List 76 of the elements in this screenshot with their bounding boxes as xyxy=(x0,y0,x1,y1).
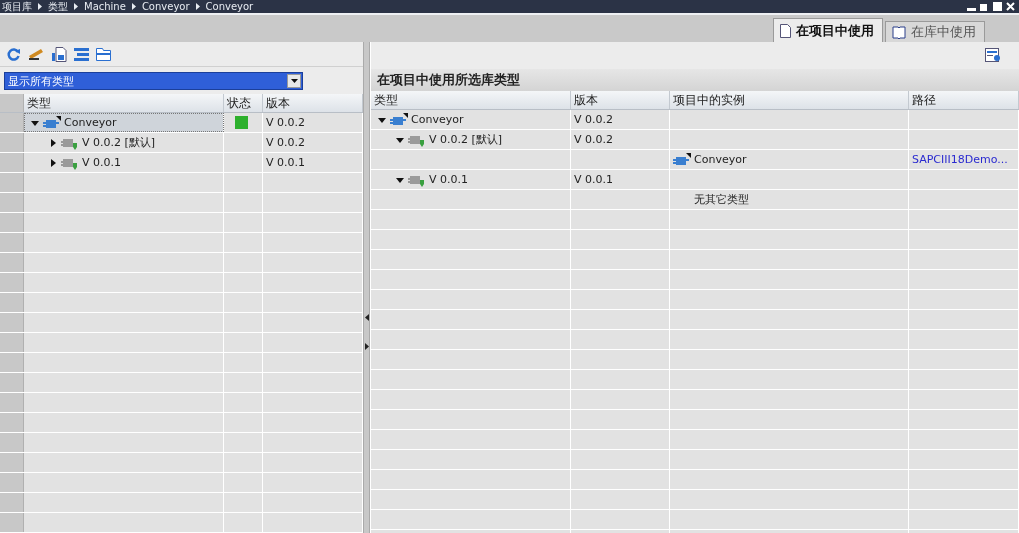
expand-arrow-icon[interactable] xyxy=(48,137,58,148)
restore-icon[interactable] xyxy=(980,2,989,11)
column-header[interactable]: 路径 xyxy=(909,91,1019,109)
block-type-icon xyxy=(43,115,61,130)
block-type-icon xyxy=(673,152,691,167)
tab[interactable]: 在库中使用 xyxy=(885,21,985,42)
breadcrumb-item[interactable]: 类型 xyxy=(48,0,68,13)
column-header[interactable]: 类型 xyxy=(371,91,571,109)
row-header[interactable] xyxy=(0,113,24,132)
folder-icon[interactable] xyxy=(96,47,111,61)
instance-name: Conveyor xyxy=(694,153,747,166)
tree-list-icon[interactable] xyxy=(74,47,89,61)
document-library-icon[interactable] xyxy=(51,46,67,62)
settings-list-icon[interactable] xyxy=(985,48,1001,63)
row-header[interactable] xyxy=(0,153,24,172)
type-name: V 0.0.1 xyxy=(82,156,121,169)
version-cell: V 0.0.1 xyxy=(571,170,670,189)
tree-cell[interactable]: Conveyor xyxy=(371,110,571,129)
type-name: Conveyor xyxy=(64,116,117,129)
column-header[interactable]: 版本 xyxy=(571,91,670,109)
row-header[interactable] xyxy=(0,273,24,292)
breadcrumb-separator-icon xyxy=(131,3,136,10)
breadcrumb-item[interactable]: Conveyor xyxy=(141,0,190,13)
row-header[interactable] xyxy=(0,433,24,452)
refresh-icon[interactable] xyxy=(6,46,21,62)
row-header[interactable] xyxy=(0,133,24,152)
block-type-icon xyxy=(390,112,408,127)
breadcrumb-item[interactable]: Conveyor xyxy=(205,0,254,13)
row-header[interactable] xyxy=(0,193,24,212)
status-indicator xyxy=(235,116,248,129)
row-header[interactable] xyxy=(0,473,24,492)
row-header[interactable] xyxy=(0,173,24,192)
row-header[interactable] xyxy=(0,213,24,232)
row-header[interactable] xyxy=(0,233,24,252)
breadcrumb-item[interactable]: 项目库 xyxy=(2,0,32,13)
row-header[interactable] xyxy=(0,333,24,352)
tree-cell[interactable]: V 0.0.1 xyxy=(371,170,571,189)
version-cell: V 0.0.2 xyxy=(571,130,670,149)
tool-icon[interactable] xyxy=(28,47,44,61)
tab[interactable]: 在项目中使用 xyxy=(773,18,883,42)
row-header[interactable] xyxy=(0,353,24,372)
tree-cell[interactable]: V 0.0.2 [默认] xyxy=(24,133,224,152)
breadcrumb-separator-icon xyxy=(38,3,42,10)
tree-cell[interactable]: V 0.0.2 [默认] xyxy=(371,130,571,149)
version-cell: V 0.0.2 xyxy=(571,110,670,129)
row-header[interactable] xyxy=(0,373,24,392)
expand-arrow-icon[interactable] xyxy=(48,157,58,168)
row-header[interactable] xyxy=(0,253,24,272)
row-header[interactable] xyxy=(0,94,24,112)
tree-cell[interactable]: Conveyor xyxy=(24,113,224,132)
type-name: V 0.0.2 [默认] xyxy=(429,132,503,147)
type-filter-dropdown[interactable]: 显示所有类型 xyxy=(4,72,303,90)
note-cell: 无其它类型 xyxy=(670,190,909,209)
document-icon xyxy=(780,23,791,38)
close-icon[interactable] xyxy=(1006,2,1015,11)
type-name: V 0.0.2 [默认] xyxy=(82,135,156,150)
breadcrumb-item[interactable]: Machine xyxy=(84,0,126,13)
panel-title: 在项目中使用所选库类型 xyxy=(371,69,1019,91)
book-icon xyxy=(892,25,906,39)
tree-cell[interactable]: V 0.0.1 xyxy=(24,153,224,172)
row-header[interactable] xyxy=(0,453,24,472)
row-header[interactable] xyxy=(0,393,24,412)
type-name: V 0.0.1 xyxy=(429,173,468,186)
breadcrumb-separator-icon xyxy=(195,3,200,10)
column-header[interactable]: 项目中的实例 xyxy=(670,91,909,109)
row-header[interactable] xyxy=(0,313,24,332)
breadcrumb-separator-icon xyxy=(74,3,78,10)
column-header[interactable]: 状态 xyxy=(224,94,263,112)
row-header[interactable] xyxy=(0,413,24,432)
row-header[interactable] xyxy=(0,513,24,532)
row-header[interactable] xyxy=(0,293,24,312)
path-link[interactable]: SAPCIII18Demo... xyxy=(912,153,1008,166)
maximize-icon[interactable] xyxy=(993,2,1002,11)
column-header[interactable]: 类型 xyxy=(24,94,224,112)
row-header[interactable] xyxy=(0,493,24,512)
type-name: Conveyor xyxy=(411,113,464,126)
